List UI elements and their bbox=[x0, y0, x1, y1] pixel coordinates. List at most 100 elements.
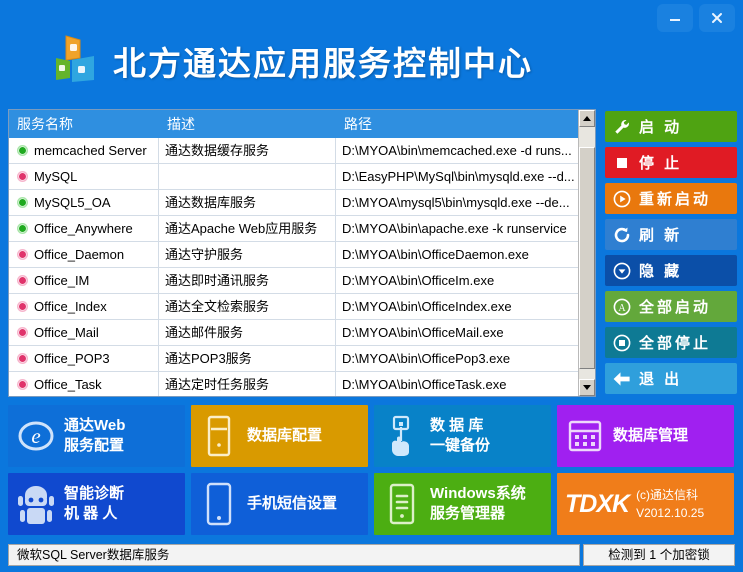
vertical-scrollbar[interactable] bbox=[578, 110, 595, 396]
action-button-label: 停 止 bbox=[639, 155, 683, 172]
scroll-up-button[interactable] bbox=[579, 110, 595, 127]
action-button[interactable]: 刷 新 bbox=[605, 219, 737, 250]
svg-text:A: A bbox=[618, 303, 626, 314]
status-stopped-icon bbox=[17, 275, 28, 286]
feature-tile[interactable]: 智能诊断 机 器 人 bbox=[8, 473, 185, 535]
table-row[interactable]: Office_Task 通达定时任务服务 D:\MYOA\bin\OfficeTas… bbox=[9, 372, 595, 396]
service-name-label: MySQL bbox=[34, 169, 78, 184]
table-row[interactable]: MySQL D:\EasyPHP\MySql\bin\mysqld.exe --d… bbox=[9, 164, 595, 190]
service-list-body[interactable]: memcached Server 通达数据缓存服务 D:\MYOA\bin\memc… bbox=[9, 138, 595, 396]
scrollbar-track[interactable] bbox=[579, 127, 595, 379]
status-message: 微软SQL Server数据库服务 bbox=[8, 544, 580, 566]
column-header-path[interactable]: 路径 bbox=[336, 110, 595, 138]
action-button[interactable]: 全部停止 bbox=[605, 327, 737, 358]
feature-tile-label: 智能诊断 机 器 人 bbox=[64, 484, 125, 522]
service-name-cell: Office_Daemon bbox=[9, 242, 159, 267]
feature-tile[interactable]: 数 据 库 一键备份 bbox=[374, 405, 551, 467]
restart-circle-icon bbox=[605, 189, 639, 209]
service-name-label: memcached Server bbox=[34, 143, 147, 158]
service-name-cell: MySQL bbox=[9, 164, 159, 189]
service-desc-cell: 通达数据缓存服务 bbox=[159, 138, 336, 163]
office-cubes-logo-icon bbox=[50, 34, 106, 86]
status-stopped-icon bbox=[17, 327, 28, 338]
title-bar: 北方通达应用服务控制中心 bbox=[0, 0, 743, 103]
feature-tile-label: 数据库管理 bbox=[613, 426, 689, 444]
table-row[interactable]: Office_IM 通达即时通讯服务 D:\MYOA\bin\OfficeIm.ex… bbox=[9, 268, 595, 294]
service-path-cell: D:\MYOA\bin\memcached.exe -d runs... bbox=[342, 143, 572, 158]
feature-tile[interactable]: e 通达Web 服务配置 bbox=[8, 405, 185, 467]
service-path-cell: D:\MYOA\bin\OfficePop3.exe bbox=[342, 351, 511, 366]
dongle-status: 检测到 1 个加密锁 bbox=[583, 544, 735, 566]
feature-tile[interactable]: 数据库配置 bbox=[191, 405, 368, 467]
service-desc-cell: 通达邮件服务 bbox=[159, 320, 336, 345]
table-row[interactable]: Office_Daemon 通达守护服务 D:\MYOA\bin\OfficeDae… bbox=[9, 242, 595, 268]
service-desc-cell: 通达数据库服务 bbox=[159, 190, 336, 215]
service-name-cell: Office_POP3 bbox=[9, 346, 159, 371]
db-grid-icon bbox=[557, 418, 613, 454]
service-name-label: Office_IM bbox=[34, 273, 90, 288]
service-path-cell: D:\MYOA\mysql5\bin\mysqld.exe --de... bbox=[342, 195, 570, 210]
service-name-label: MySQL5_OA bbox=[34, 195, 111, 210]
feature-tile[interactable]: 数据库管理 bbox=[557, 405, 734, 467]
service-name-cell: Office_Anywhere bbox=[9, 216, 159, 241]
action-button-label: 启 动 bbox=[639, 119, 683, 136]
server-lines-icon bbox=[374, 482, 430, 526]
minimize-icon bbox=[670, 19, 680, 21]
action-button[interactable]: 启 动 bbox=[605, 111, 737, 142]
table-row[interactable]: Office_POP3 通达POP3服务 D:\MYOA\bin\OfficePop… bbox=[9, 346, 595, 372]
window-controls bbox=[657, 4, 735, 32]
service-desc-cell: 通达定时任务服务 bbox=[159, 372, 336, 396]
brand-version-label: (c)通达信科 V2012.10.25 bbox=[636, 488, 705, 520]
action-button-label: 全部停止 bbox=[639, 335, 712, 352]
service-desc-cell: 通达即时通讯服务 bbox=[159, 268, 336, 293]
table-row[interactable]: MySQL5_OA 通达数据库服务 D:\MYOA\mysql5\bin\mysql… bbox=[9, 190, 595, 216]
circle-stop-icon bbox=[605, 333, 639, 353]
service-name-label: Office_Index bbox=[34, 299, 107, 314]
page-title: 北方通达应用服务控制中心 bbox=[113, 45, 533, 82]
action-button[interactable]: 退 出 bbox=[605, 363, 737, 394]
service-list: 服务名称 描述 路径 memcached Server 通达数据缓存服务 D:\MY… bbox=[8, 109, 596, 397]
action-button-label: 重新启动 bbox=[639, 191, 712, 208]
service-path-cell: D:\MYOA\bin\OfficeDaemon.exe bbox=[342, 247, 529, 262]
service-path-cell: D:\MYOA\bin\OfficeMail.exe bbox=[342, 325, 504, 340]
scroll-down-button[interactable] bbox=[579, 379, 595, 396]
close-button[interactable] bbox=[699, 4, 735, 32]
service-name-cell: memcached Server bbox=[9, 138, 159, 163]
feature-tile-label: 数据库配置 bbox=[247, 426, 323, 444]
status-stopped-icon bbox=[17, 171, 28, 182]
action-button[interactable]: 停 止 bbox=[605, 147, 737, 178]
status-bar: 微软SQL Server数据库服务 检测到 1 个加密锁 bbox=[8, 544, 735, 566]
service-path-cell: D:\MYOA\bin\OfficeTask.exe bbox=[342, 377, 507, 392]
action-button-label: 隐 藏 bbox=[639, 263, 683, 280]
status-stopped-icon bbox=[17, 353, 28, 364]
action-button[interactable]: 重新启动 bbox=[605, 183, 737, 214]
service-name-cell: Office_IM bbox=[9, 268, 159, 293]
hide-down-icon bbox=[605, 261, 639, 281]
column-header-name[interactable]: 服务名称 bbox=[9, 110, 159, 138]
table-row[interactable]: Office_Mail 通达邮件服务 D:\MYOA\bin\OfficeMail.… bbox=[9, 320, 595, 346]
service-name-cell: Office_Mail bbox=[9, 320, 159, 345]
feature-tile-label: 通达Web 服务配置 bbox=[64, 416, 126, 454]
status-stopped-icon bbox=[17, 379, 28, 390]
status-running-icon bbox=[17, 197, 28, 208]
feature-tile[interactable]: 手机短信设置 bbox=[191, 473, 368, 535]
status-running-icon bbox=[17, 145, 28, 156]
feature-tile[interactable]: Windows系统 服务管理器 bbox=[374, 473, 551, 535]
table-row[interactable]: Office_Anywhere 通达Apache Web应用服务 D:\MYOA\b… bbox=[9, 216, 595, 242]
table-row[interactable]: Office_Index 通达全文检索服务 D:\MYOA\bin\OfficeIn… bbox=[9, 294, 595, 320]
feature-tile-label: 手机短信设置 bbox=[247, 494, 338, 512]
brand-tile[interactable]: TDXK (c)通达信科 V2012.10.25 bbox=[557, 473, 734, 535]
status-stopped-icon bbox=[17, 249, 28, 260]
service-desc-cell: 通达POP3服务 bbox=[159, 346, 336, 371]
action-button[interactable]: 隐 藏 bbox=[605, 255, 737, 286]
action-button[interactable]: A 全部启动 bbox=[605, 291, 737, 322]
service-name-label: Office_Task bbox=[34, 377, 102, 392]
scrollbar-thumb[interactable] bbox=[579, 147, 595, 369]
click-hand-icon bbox=[374, 414, 430, 458]
svg-text:e: e bbox=[31, 424, 40, 448]
table-row[interactable]: memcached Server 通达数据缓存服务 D:\MYOA\bin\memc… bbox=[9, 138, 595, 164]
minimize-button[interactable] bbox=[657, 4, 693, 32]
service-desc-cell: 通达守护服务 bbox=[159, 242, 336, 267]
column-header-desc[interactable]: 描述 bbox=[159, 110, 336, 138]
service-list-header: 服务名称 描述 路径 bbox=[9, 110, 595, 138]
